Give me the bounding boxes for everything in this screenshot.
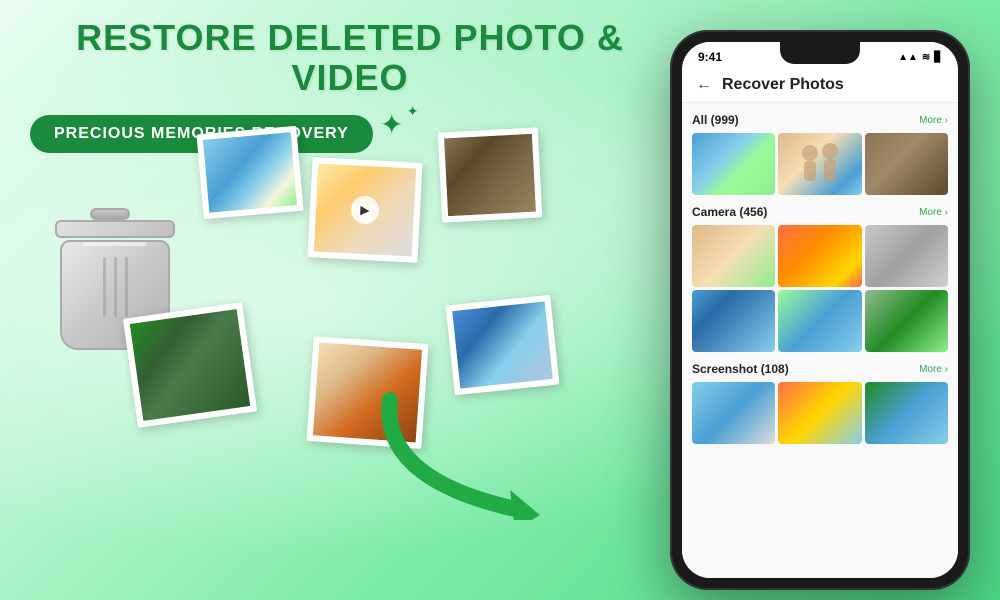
sparkle-small-icon: ✦ bbox=[407, 103, 419, 120]
camera-photos-grid bbox=[692, 225, 948, 352]
phone-content: All (999) More › Camera (456) More › bbox=[682, 103, 958, 578]
main-container: RESTORE DELETED PHOTO & VIDEO PRECIOUS M… bbox=[0, 0, 1000, 600]
grid-photo[interactable] bbox=[865, 225, 948, 287]
sparkle-big-icon: ✦ bbox=[380, 108, 403, 141]
all-section-header: All (999) More › bbox=[692, 113, 948, 127]
grid-photo[interactable] bbox=[692, 382, 775, 444]
phone-status-icons: ▲▲ ≋ ▊ bbox=[898, 52, 942, 63]
curved-arrow bbox=[360, 380, 560, 520]
phone-screen: 9:41 ▲▲ ≋ ▊ ← Recover Photos All (999) M… bbox=[682, 42, 958, 578]
screenshot-section-title: Screenshot (108) bbox=[692, 362, 789, 376]
main-title: RESTORE DELETED PHOTO & VIDEO bbox=[20, 18, 680, 97]
grid-photo[interactable] bbox=[778, 225, 861, 287]
trash-handle bbox=[90, 208, 130, 220]
all-section-title: All (999) bbox=[692, 113, 739, 127]
grid-photo[interactable] bbox=[778, 290, 861, 352]
floating-photo-4 bbox=[123, 302, 257, 428]
phone-mockup: 9:41 ▲▲ ≋ ▊ ← Recover Photos All (999) M… bbox=[670, 30, 970, 590]
camera-section-title: Camera (456) bbox=[692, 205, 767, 219]
floating-photo-1 bbox=[196, 126, 303, 219]
trash-lines bbox=[62, 257, 168, 317]
sparkle-decoration: ✦ ✦ bbox=[380, 108, 403, 141]
app-header-title: Recover Photos bbox=[722, 76, 844, 94]
phone-app-header: ← Recover Photos bbox=[682, 68, 958, 103]
trash-line-1 bbox=[103, 257, 106, 317]
trash-lid bbox=[55, 220, 175, 238]
trash-line-2 bbox=[114, 257, 117, 317]
screenshot-photos-grid bbox=[692, 382, 948, 444]
trash-line-3 bbox=[125, 257, 128, 317]
wifi-icon: ≋ bbox=[922, 52, 930, 63]
grid-photo[interactable] bbox=[692, 225, 775, 287]
grid-photo[interactable] bbox=[865, 382, 948, 444]
phone-time: 9:41 bbox=[698, 50, 722, 64]
grid-photo[interactable] bbox=[692, 133, 775, 195]
back-button[interactable]: ← bbox=[696, 76, 712, 94]
camera-section-more[interactable]: More › bbox=[919, 207, 948, 218]
play-button-icon: ▶ bbox=[350, 195, 379, 224]
grid-photo[interactable] bbox=[865, 290, 948, 352]
screenshot-section-header: Screenshot (108) More › bbox=[692, 362, 948, 376]
floating-photo-3 bbox=[438, 127, 543, 222]
grid-photo[interactable] bbox=[692, 290, 775, 352]
all-section-more[interactable]: More › bbox=[919, 115, 948, 126]
grid-photo[interactable] bbox=[778, 382, 861, 444]
grid-photo[interactable] bbox=[778, 133, 861, 195]
screenshot-section-more[interactable]: More › bbox=[919, 364, 948, 375]
camera-section-header: Camera (456) More › bbox=[692, 205, 948, 219]
floating-photo-2: ▶ bbox=[307, 157, 422, 263]
phone-notch bbox=[780, 42, 860, 64]
all-photos-grid bbox=[692, 133, 948, 195]
signal-icon: ▲▲ bbox=[898, 52, 918, 63]
grid-photo[interactable] bbox=[865, 133, 948, 195]
battery-icon: ▊ bbox=[934, 52, 942, 63]
